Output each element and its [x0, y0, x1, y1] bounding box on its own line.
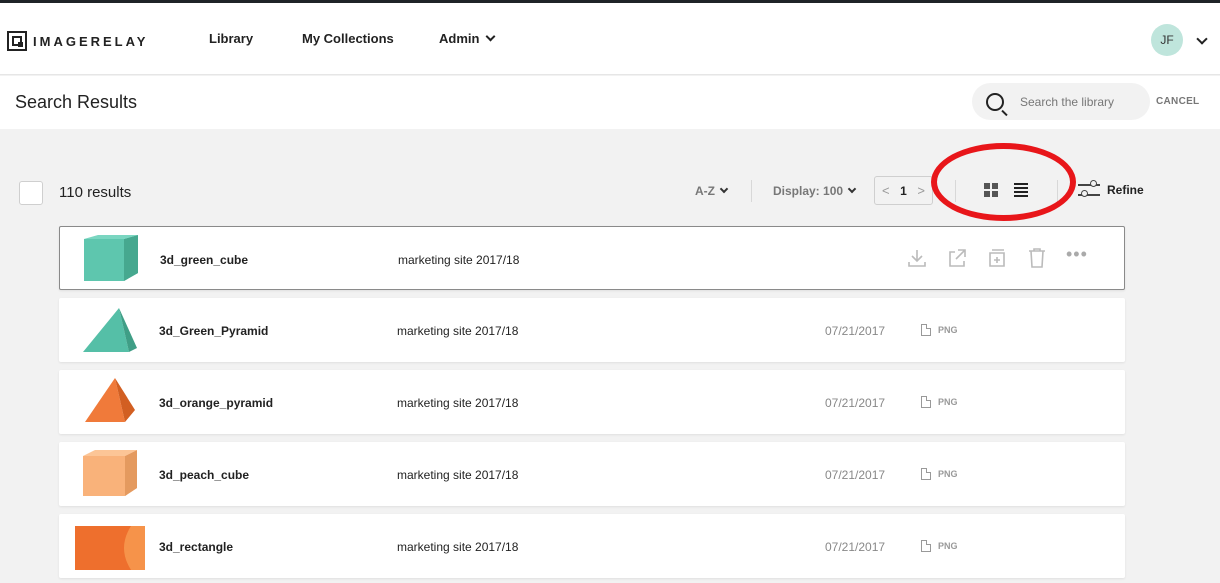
refine-label: Refine — [1107, 183, 1144, 197]
page-header: Search Results CANCEL — [0, 76, 1220, 129]
asset-date: 07/21/2017 — [825, 324, 886, 338]
logo-icon — [7, 31, 27, 51]
top-navbar: IMAGERELAY Library My Collections Admin … — [0, 3, 1220, 75]
row-actions: ••• — [906, 244, 1088, 269]
asset-date: 07/21/2017 — [825, 468, 886, 482]
asset-row[interactable]: 3d_peach_cube marketing site 2017/18 07/… — [59, 442, 1125, 506]
asset-collection: marketing site 2017/18 — [397, 324, 519, 338]
asset-type: PNG — [921, 540, 958, 552]
download-icon[interactable] — [906, 247, 928, 269]
user-avatar[interactable]: JF — [1151, 24, 1183, 56]
file-icon — [921, 468, 931, 480]
asset-list: 3d_green_cube marketing site 2017/18 •••… — [59, 226, 1125, 583]
add-to-collection-icon[interactable] — [986, 247, 1008, 269]
display-label: Display: 100 — [773, 184, 844, 198]
chevron-down-icon — [486, 31, 496, 42]
chevron-down-icon — [719, 184, 729, 194]
logo-text: IMAGERELAY — [33, 33, 149, 49]
filter-sliders-icon — [1078, 180, 1100, 200]
file-type-label: PNG — [938, 325, 958, 335]
search-input[interactable] — [1020, 94, 1145, 109]
asset-name[interactable]: 3d_peach_cube — [159, 468, 249, 482]
toolbar-divider — [955, 180, 956, 202]
highlight-annotation — [931, 143, 1076, 221]
asset-name[interactable]: 3d_green_cube — [160, 253, 248, 267]
logo[interactable]: IMAGERELAY — [7, 31, 148, 51]
sort-dropdown[interactable]: A-Z — [695, 184, 729, 198]
asset-thumbnail — [84, 235, 138, 281]
sort-label: A-Z — [695, 184, 715, 198]
select-all-checkbox[interactable] — [19, 181, 43, 205]
asset-row[interactable]: 3d_orange_pyramid marketing site 2017/18… — [59, 370, 1125, 434]
share-icon[interactable] — [946, 247, 968, 269]
asset-name[interactable]: 3d_orange_pyramid — [159, 396, 273, 410]
asset-collection: marketing site 2017/18 — [397, 468, 519, 482]
page-title: Search Results — [15, 92, 138, 112]
display-count-dropdown[interactable]: Display: 100 — [773, 184, 857, 198]
search-icon[interactable] — [986, 92, 1004, 111]
file-type-label: PNG — [938, 541, 958, 551]
pagination: < 1 > — [874, 176, 933, 205]
nav-admin[interactable]: Admin — [439, 31, 496, 46]
file-icon — [921, 396, 931, 408]
file-type-label: PNG — [938, 397, 958, 407]
asset-name[interactable]: 3d_Green_Pyramid — [159, 324, 268, 338]
asset-row[interactable]: 3d_rectangle marketing site 2017/18 07/2… — [59, 514, 1125, 578]
asset-type: PNG — [921, 324, 958, 336]
asset-collection: marketing site 2017/18 — [397, 540, 519, 554]
trash-icon[interactable] — [1026, 247, 1048, 269]
cancel-button[interactable]: CANCEL — [1156, 96, 1199, 107]
asset-thumbnail — [83, 308, 137, 352]
nav-my-collections[interactable]: My Collections — [302, 31, 394, 46]
grid-view-icon[interactable] — [984, 183, 998, 197]
previous-page-button[interactable]: < — [882, 183, 890, 198]
more-options-icon[interactable]: ••• — [1066, 244, 1088, 265]
asset-row[interactable]: 3d_green_cube marketing site 2017/18 ••• — [59, 226, 1125, 290]
refine-button[interactable]: Refine — [1078, 180, 1144, 200]
nav-admin-label: Admin — [439, 31, 480, 46]
list-view-icon[interactable] — [1014, 183, 1028, 197]
toolbar-divider — [1057, 180, 1058, 202]
file-type-label: PNG — [938, 469, 958, 479]
asset-row[interactable]: 3d_Green_Pyramid marketing site 2017/18 … — [59, 298, 1125, 362]
asset-date: 07/21/2017 — [825, 540, 886, 554]
asset-date: 07/21/2017 — [825, 396, 886, 410]
asset-type: PNG — [921, 468, 958, 480]
asset-type: PNG — [921, 396, 958, 408]
results-count: 110 results — [59, 184, 132, 201]
current-page[interactable]: 1 — [900, 184, 907, 198]
asset-collection: marketing site 2017/18 — [398, 253, 520, 267]
chevron-down-icon[interactable] — [1196, 33, 1208, 45]
asset-name[interactable]: 3d_rectangle — [159, 540, 233, 554]
asset-thumbnail — [75, 526, 145, 570]
chevron-down-icon — [847, 184, 857, 194]
file-icon — [921, 540, 931, 552]
asset-thumbnail — [85, 378, 135, 422]
next-page-button[interactable]: > — [917, 183, 925, 198]
asset-collection: marketing site 2017/18 — [397, 396, 519, 410]
file-icon — [921, 324, 931, 336]
search-box[interactable] — [972, 83, 1150, 120]
toolbar-divider — [751, 180, 752, 202]
asset-thumbnail — [83, 450, 137, 496]
nav-library[interactable]: Library — [209, 31, 253, 46]
